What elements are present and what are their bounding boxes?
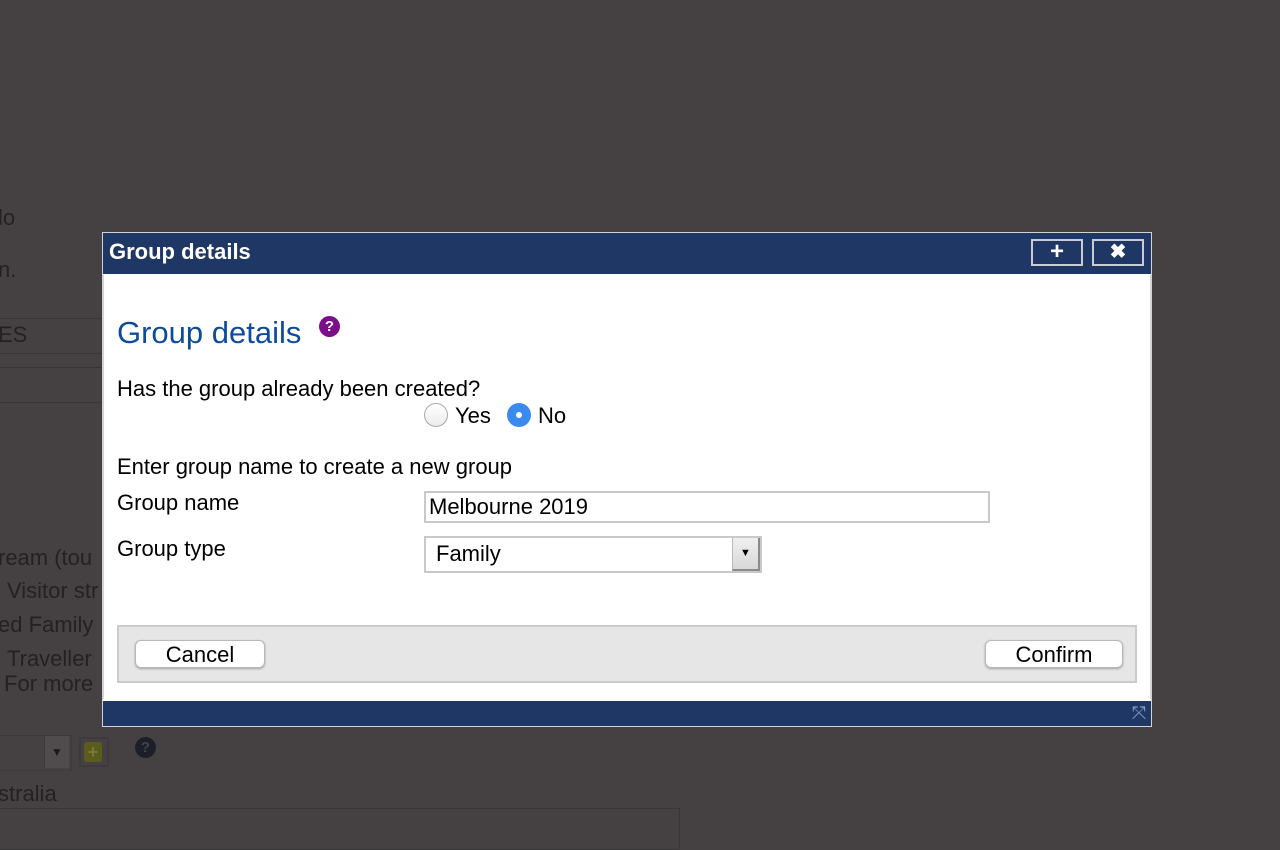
resize-icon[interactable]: ⤧: [1129, 703, 1149, 723]
dropdown-arrow-icon: ▼: [44, 736, 69, 768]
add-button: +: [79, 737, 109, 767]
page-title: Group details: [117, 315, 302, 350]
close-icon: ✖: [1109, 241, 1127, 263]
bg-divider: [0, 367, 102, 368]
help-icon: ?: [135, 737, 156, 758]
group-type-label: Group type: [117, 536, 226, 561]
bg-text: stralia: [0, 781, 57, 806]
group-created-question: Has the group already been created?: [117, 376, 481, 401]
bg-text: ream (tou: [0, 545, 93, 570]
group-name-input[interactable]: [424, 491, 990, 523]
radio-yes[interactable]: [424, 403, 448, 427]
cancel-button[interactable]: Cancel: [135, 640, 265, 668]
radio-no[interactable]: [507, 403, 531, 427]
dialog-titlebar[interactable]: Group details + ✖: [103, 233, 1151, 274]
bg-divider: [0, 353, 102, 354]
bg-divider: [0, 402, 102, 403]
dialog-statusbar: ⤧: [103, 701, 1151, 726]
instruction-text: Enter group name to create a new group: [117, 454, 513, 479]
dialog-title: Group details: [109, 239, 251, 264]
dialog-content: Group details ? Has the group already be…: [103, 275, 1151, 699]
bg-text: ES: [0, 322, 28, 347]
bg-text: n.: [0, 257, 17, 282]
group-details-dialog: Group details + ✖ Group details ? Has th…: [102, 232, 1152, 727]
radio-yes-label[interactable]: Yes: [455, 403, 491, 429]
close-button[interactable]: ✖: [1092, 239, 1144, 266]
help-icon[interactable]: ?: [319, 316, 340, 337]
group-name-label: Group name: [117, 490, 240, 515]
bg-text: ed Family: [0, 612, 94, 637]
bg-input: [0, 808, 680, 850]
bg-text: For more: [4, 671, 94, 696]
confirm-button[interactable]: Confirm: [985, 640, 1123, 668]
dialog-footer: Cancel Confirm: [117, 625, 1137, 683]
bg-text: lo: [0, 205, 16, 230]
plus-icon: +: [1049, 238, 1064, 265]
chevron-down-icon[interactable]: ▼: [732, 538, 760, 571]
add-icon: +: [84, 742, 102, 762]
radio-no-label[interactable]: No: [538, 403, 566, 429]
bg-divider: [0, 318, 102, 319]
bg-text: Visitor str: [7, 578, 99, 603]
bg-text: Traveller: [7, 646, 92, 671]
maximize-button[interactable]: +: [1031, 239, 1083, 266]
group-type-select[interactable]: Family ▼: [424, 536, 762, 573]
group-type-value: Family: [436, 541, 501, 566]
